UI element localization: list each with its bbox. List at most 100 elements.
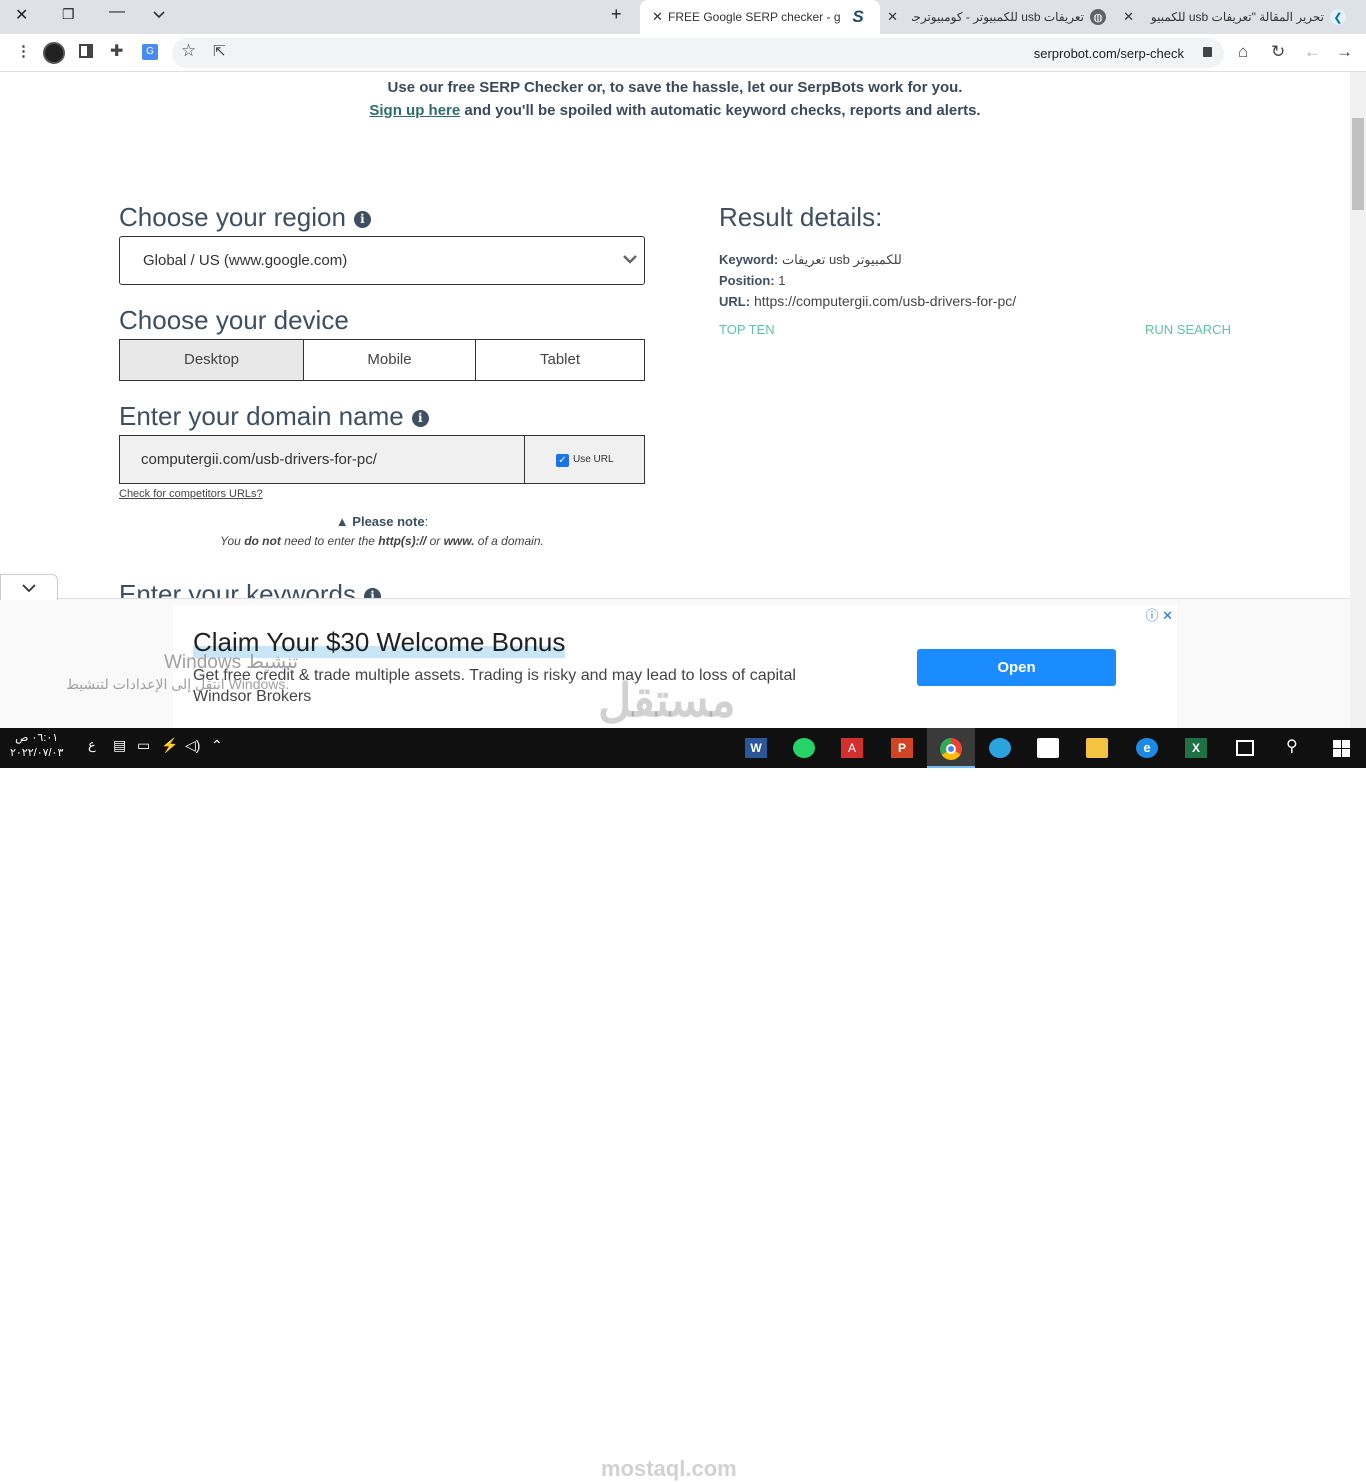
result-label: Position: — [719, 273, 775, 288]
battery-icon[interactable]: ▭ — [137, 737, 150, 754]
new-tab-icon[interactable]: + — [611, 4, 622, 25]
word-icon[interactable]: W — [745, 738, 767, 758]
telegram-icon[interactable] — [989, 738, 1011, 758]
signup-link[interactable]: Sign up here — [369, 102, 460, 119]
chevron-down-icon — [22, 584, 36, 593]
task-view-icon[interactable] — [1236, 740, 1254, 756]
lock-icon[interactable] — [1203, 47, 1212, 57]
close-icon[interactable]: ✕ — [887, 9, 898, 25]
wordpress-icon: ❯ — [1330, 9, 1346, 25]
result-value: 1 — [778, 273, 786, 288]
excel-icon[interactable]: X — [1185, 738, 1207, 758]
powerpoint-icon[interactable]: P — [891, 738, 913, 758]
whatsapp-icon[interactable] — [793, 738, 815, 758]
ad-collapse-button[interactable] — [0, 574, 58, 600]
chrome-active-indicator — [927, 728, 975, 768]
tray-chevron-icon[interactable]: ⌃ — [211, 737, 223, 754]
chevron-down-icon — [623, 255, 637, 264]
tab-computergii[interactable]: ◍ تعريفات usb للكمبيوتر - كومبيوترجي ✕ — [880, 0, 1116, 34]
intro-line-2-text: and you'll be spoiled with automatic key… — [464, 102, 981, 119]
restore-window-icon[interactable]: ❐ — [62, 6, 75, 23]
info-icon[interactable]: i — [363, 588, 381, 598]
windows-activation-subtitle: انتقل إلى الإعدادات لتنشيط Windows. — [66, 676, 290, 692]
close-window-icon[interactable]: ✕ — [15, 5, 28, 25]
acrobat-icon[interactable]: A — [841, 738, 863, 758]
note-part: http(s):// — [378, 534, 427, 548]
forward-icon: ← — [1304, 42, 1321, 61]
tab-search-icon[interactable] — [152, 10, 166, 20]
note-part: do not — [244, 534, 281, 548]
intro-line-2: Sign up here and you'll be spoiled with … — [0, 102, 1350, 119]
info-icon[interactable]: i — [411, 410, 429, 427]
side-panel-icon[interactable] — [79, 44, 93, 58]
tab-title: FREE Google SERP checker - goo — [668, 10, 840, 24]
results-heading: Result details: — [719, 202, 883, 232]
back-icon[interactable]: → — [1336, 43, 1353, 61]
note-part: of a domain. — [474, 534, 544, 548]
mostaql-watermark: مستقل — [598, 674, 736, 726]
domain-input[interactable]: computergii.com/usb-drivers-for-pc/ — [119, 435, 525, 484]
note-part: or — [426, 534, 444, 548]
result-value: https://computergii.com/usb-drivers-for-… — [753, 293, 1017, 309]
share-icon[interactable]: ⇱ — [213, 43, 226, 61]
device-heading: Choose your device — [119, 305, 349, 335]
result-keyword: Keyword: تعريفات usb للكمبيوتر — [719, 252, 902, 268]
edge-icon[interactable]: e — [1136, 738, 1158, 758]
note-title-text: Please note — [352, 514, 425, 529]
clock-time: ٠٦:٠١ ص — [15, 732, 59, 744]
extensions-icon[interactable]: ✚ — [110, 43, 123, 61]
tab-strip: ✕ ❐ — + ✕ FREE Google SERP checker - goo… — [0, 0, 1366, 34]
home-icon[interactable]: ⌂ — [1238, 43, 1248, 61]
tab-serprobot[interactable]: ✕ FREE Google SERP checker - goo S — [640, 0, 880, 34]
omnibox[interactable]: ☆ ⇱ serprobot.com/serp-check — [172, 38, 1224, 68]
windows-activation-title: Windows تنشيط — [164, 652, 299, 673]
notifications-icon[interactable]: ▤ — [113, 737, 126, 754]
chrome-icon[interactable] — [940, 738, 962, 760]
device-tablet-button[interactable]: Tablet — [475, 339, 645, 381]
page-content: Use our free SERP Checker or, to save th… — [0, 72, 1350, 598]
store-icon[interactable] — [1037, 738, 1059, 758]
mostaql-domain-watermark: mostaql.com — [601, 1456, 737, 1481]
result-label: Keyword: — [719, 252, 779, 267]
region-select[interactable]: Global / US (www.google.com) — [119, 236, 645, 285]
file-explorer-icon[interactable] — [1086, 738, 1108, 758]
bookmark-star-icon[interactable]: ☆ — [181, 42, 196, 60]
close-icon[interactable]: ✕ — [652, 9, 663, 25]
info-icon[interactable]: i — [353, 211, 371, 228]
run-search-link[interactable]: RUN SEARCH — [1145, 322, 1231, 337]
use-url-toggle[interactable]: ✓ Use URL — [524, 435, 645, 484]
ad-choices[interactable]: ⓘ ✕ — [1145, 605, 1173, 624]
scrollbar[interactable] — [1350, 72, 1366, 728]
network-icon[interactable]: ⚡ — [161, 737, 178, 754]
minimize-window-icon[interactable]: — — [109, 3, 125, 21]
address-url[interactable]: serprobot.com/serp-check — [1034, 46, 1184, 61]
device-desktop-button[interactable]: Desktop — [119, 339, 304, 381]
language-indicator[interactable]: ع — [88, 737, 96, 753]
close-icon[interactable]: ✕ — [1123, 9, 1134, 25]
device-mobile-button[interactable]: Mobile — [303, 339, 476, 381]
ad-open-button[interactable]: Open — [917, 649, 1116, 686]
tab-wordpress[interactable]: ❯ تحرير المقالة "تعريفات usb للكمبيو ✕ — [1116, 0, 1350, 34]
domain-heading-text: Enter your domain name — [119, 401, 404, 431]
start-icon[interactable] — [1333, 740, 1350, 757]
clock-date: ٢٠٢٢/٠٧/٠٣ — [10, 747, 64, 759]
ad-info-icon[interactable]: ⓘ — [1145, 608, 1158, 623]
scrollbar-thumb[interactable] — [1352, 118, 1364, 210]
competitors-link[interactable]: Check for competitors URLs? — [119, 488, 263, 500]
use-url-checkbox[interactable]: ✓ — [556, 454, 569, 467]
top-ten-link[interactable]: TOP TEN — [719, 322, 775, 337]
translate-icon[interactable]: G — [142, 44, 158, 60]
domain-heading: Enter your domain name i — [119, 401, 429, 432]
reload-icon[interactable]: ↻ — [1271, 43, 1285, 61]
note-part: www. — [443, 534, 475, 548]
clock[interactable]: ٠٦:٠١ ص ٢٠٢٢/٠٧/٠٣ — [10, 731, 63, 761]
avatar[interactable] — [43, 42, 65, 64]
use-url-label: Use URL — [573, 454, 614, 465]
taskbar: ٠٦:٠١ ص ٢٠٢٢/٠٧/٠٣ ع ▤ ▭ ⚡ ◁) ⌃ mostaql.… — [0, 728, 1366, 1481]
ad-close-icon[interactable]: ✕ — [1162, 608, 1173, 623]
volume-icon[interactable]: ◁) — [185, 737, 200, 754]
search-icon[interactable]: ⚲ — [1286, 736, 1298, 756]
menu-icon[interactable]: ⋮ — [16, 43, 31, 61]
tab-title: تحرير المقالة "تعريفات usb للكمبيو — [1150, 10, 1324, 24]
result-url: URL: https://computergii.com/usb-drivers… — [719, 293, 1016, 309]
